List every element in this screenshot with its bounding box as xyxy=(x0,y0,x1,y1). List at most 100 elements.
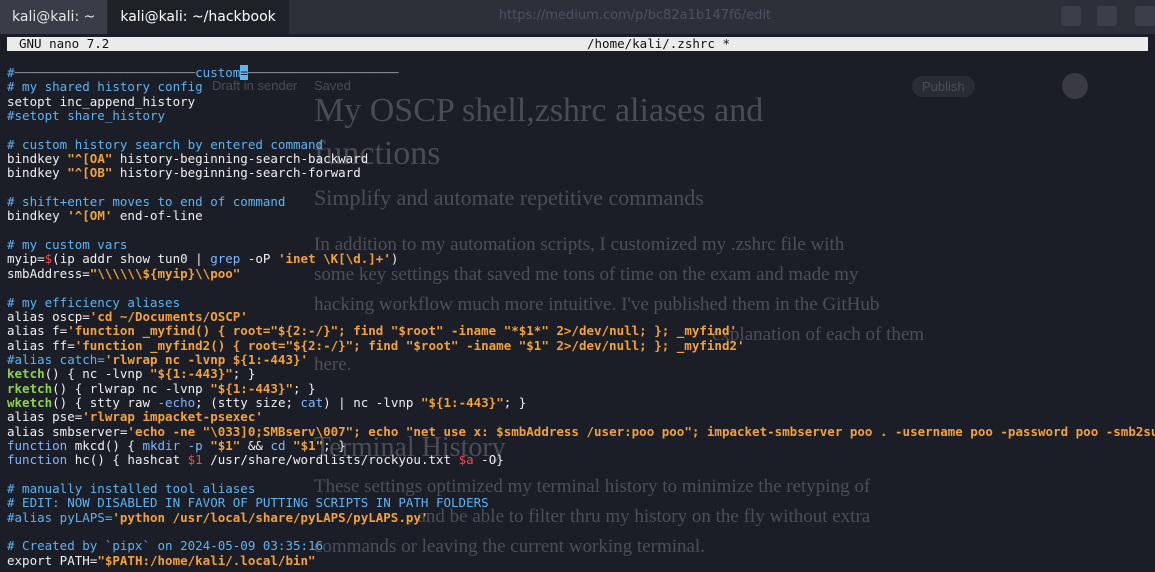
code-token: # my shared history config xyxy=(7,79,203,95)
code-token: 'echo -ne "\033]0;SMBserv\007"; echo "ne… xyxy=(127,423,1155,439)
nano-editor-buffer[interactable]: #────────────────────────custom=────────… xyxy=(7,65,1155,568)
code-token: ; (stty size; xyxy=(195,394,301,410)
code-line: # shift+enter moves to end of command xyxy=(7,194,1155,210)
code-line: # EDIT: NOW DISABLED IN FAVOR OF PUTTING… xyxy=(7,496,1155,510)
ghost-extension-icon xyxy=(1096,6,1117,26)
code-line: function hc() { hashcat $1 /usr/share/wo… xyxy=(7,453,1155,467)
code-token: smbAddress= xyxy=(7,265,90,281)
code-token: () { rlwrap nc -lvnp xyxy=(52,380,211,396)
ghost-download-icon xyxy=(1060,6,1081,26)
code-line: rketch() { rlwrap nc -lvnp "${1:-443}"; … xyxy=(7,380,1155,396)
code-line: myip=$(ip addr show tun0 | grep -oP 'ine… xyxy=(7,252,1155,266)
code-token: alias oscp= xyxy=(7,308,90,324)
nano-title-bar: GNU nano 7.2 /home/kali/.zshrc * xyxy=(7,37,1148,51)
nano-filename: /home/kali/.zshrc * xyxy=(587,36,730,51)
code-token: grep xyxy=(210,251,241,267)
code-token: hc() { hashcat xyxy=(67,452,188,468)
code-token: "${1:-443}" xyxy=(210,380,293,396)
code-token: -echo xyxy=(157,394,196,410)
code-line: bindkey "^[OB" history-beginning-search-… xyxy=(7,166,1155,180)
code-token: bindkey xyxy=(7,151,68,167)
code-line: wketch() { stty raw -echo; (stty size; c… xyxy=(7,394,1155,410)
code-token: #alias pyLAPS= xyxy=(7,509,113,525)
code-line: # Created by `pipx` on 2024-05-09 03:35:… xyxy=(7,539,1155,553)
code-token: cd xyxy=(270,437,286,453)
code-token: "$PATH:/home/kali/.local/bin" xyxy=(97,552,316,568)
code-line: # my shared history config xyxy=(7,80,1155,94)
code-token: 'inet \K[\d.]+' xyxy=(277,251,391,267)
code-token: () { stty raw xyxy=(52,394,158,410)
code-token: "$1" xyxy=(293,437,324,453)
code-token: history-beginning-search-backward xyxy=(112,151,369,167)
tab-kali-hackbook[interactable]: kali@kali: ~/hackbook xyxy=(108,0,289,34)
code-token: ──────────────────── xyxy=(247,65,399,80)
code-token: rketch xyxy=(7,380,53,396)
code-line: ketch() { nc -lvnp "${1:-443}"; } xyxy=(7,367,1155,381)
code-token: cat xyxy=(300,394,324,410)
code-token: # xyxy=(7,65,15,80)
code-token: #alias catch= xyxy=(7,351,105,367)
code-token: 'rlwrap impacket-psexec' xyxy=(82,409,263,425)
code-line: bindkey "^[OA" history-beginning-search-… xyxy=(7,151,1155,167)
code-token: mkdir -p xyxy=(142,437,203,453)
tab-kali-home[interactable]: kali@kali: ~ xyxy=(0,0,109,34)
code-line: setopt inc_append_history xyxy=(7,94,1155,109)
code-token: mkcd() { xyxy=(67,437,143,453)
code-token: ) xyxy=(390,251,399,267)
code-token: #setopt share_history xyxy=(7,108,166,124)
code-token: ketch xyxy=(7,366,45,382)
code-token: 'function _myfind() { root="${2:-/}"; fi… xyxy=(67,323,738,339)
code-token: $a xyxy=(458,452,474,468)
code-token: ; } xyxy=(503,394,527,410)
code-token: "^[OA" xyxy=(67,151,113,167)
code-line: bindkey '^[OM' end-of-line xyxy=(7,209,1155,223)
code-token: # Created by `pipx` on 2024-05-09 03:35:… xyxy=(7,538,324,554)
code-token: # my efficiency aliases xyxy=(7,294,181,310)
code-line: #setopt share_history xyxy=(7,108,1155,124)
code-token: # shift+enter moves to end of command xyxy=(7,194,286,210)
code-token: ──────────────────────── xyxy=(14,65,196,80)
code-line: smbAddress="\\\\\\${myip}\\poo" xyxy=(7,265,1155,281)
code-token: function xyxy=(7,452,68,468)
terminal-tab-bar: kali@kali: ~ kali@kali: ~/hackbook https… xyxy=(0,0,1155,34)
code-line: #────────────────────────custom=────────… xyxy=(7,65,1155,80)
code-token: # EDIT: NOW DISABLED IN FAVOR OF PUTTING… xyxy=(7,495,489,511)
code-token: "^[OB" xyxy=(67,165,113,181)
code-token: 'python /usr/local/share/pyLAPS/pyLAPS.p… xyxy=(112,509,429,525)
code-token: # manually installed tool aliases xyxy=(7,480,256,496)
code-token: export PATH= xyxy=(7,552,98,568)
code-line: function mkcd() { mkdir -p "$1" && cd "$… xyxy=(7,437,1155,453)
code-token: /usr/share/wordlists/rockyou.txt xyxy=(202,452,459,468)
code-token: "${1:-443}" xyxy=(420,394,504,410)
code-token: 'cd ~/Documents/OSCP' xyxy=(89,308,248,324)
code-token: alias ff= xyxy=(7,337,75,353)
code-token: "\\\\\\${myip}\\poo" xyxy=(89,265,241,281)
code-token: wketch xyxy=(7,394,53,410)
code-token: # custom history search by entered comma… xyxy=(7,136,324,152)
code-line: export PATH="$PATH:/home/kali/.local/bin… xyxy=(7,552,1155,568)
code-token: alias pse= xyxy=(7,409,83,425)
code-token: "$1" xyxy=(210,437,241,453)
code-token: ; } xyxy=(232,366,256,382)
code-token: 'function _myfind2() { root="${2:-/}"; f… xyxy=(74,337,745,353)
code-token: 'rlwrap nc -lvnp ${1:-443}' xyxy=(104,351,309,367)
code-token: '^[OM' xyxy=(67,208,113,224)
code-line: alias pse='rlwrap impacket-psexec' xyxy=(7,410,1155,424)
text-cursor: = xyxy=(240,65,248,80)
code-token: "${1:-443}" xyxy=(150,366,233,382)
code-line: alias ff='function _myfind2() { root="${… xyxy=(7,337,1155,353)
code-token: ; } xyxy=(293,380,316,396)
code-line: # my efficiency aliases xyxy=(7,294,1155,310)
ghost-url: https://medium.com/p/bc82a1b147f6/edit xyxy=(498,8,772,23)
code-token: $1 xyxy=(187,452,203,468)
code-token: ; } xyxy=(323,437,346,453)
code-line: alias smbserver='echo -ne "\033]0;SMBser… xyxy=(7,423,1155,439)
code-token: # my custom vars xyxy=(7,237,128,253)
